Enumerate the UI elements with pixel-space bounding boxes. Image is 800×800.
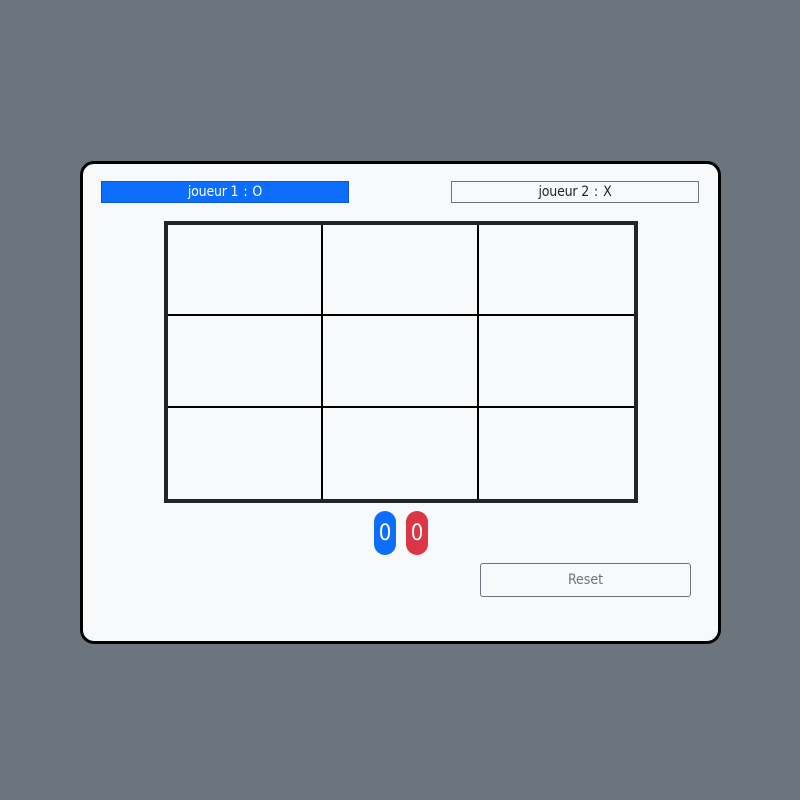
player-2-indicator: joueur 2 : X: [451, 181, 699, 203]
player-1-label: joueur 1: [187, 184, 239, 200]
player-1-score-badge: 0: [374, 511, 396, 555]
board-cell-3-1[interactable]: [168, 407, 324, 499]
game-card: joueur 1 : O joueur 2 : X 0 0 Reset: [80, 161, 721, 644]
player-2-separator: :: [594, 184, 599, 200]
player-2-label: joueur 2: [538, 184, 590, 200]
player-1-separator: :: [243, 184, 248, 200]
board-cell-1-1[interactable]: [168, 225, 324, 317]
score-area: 0 0: [374, 511, 428, 555]
board-cell-3-3[interactable]: [479, 408, 634, 499]
player-2-symbol: X: [603, 184, 612, 200]
board-cell-2-3[interactable]: [478, 316, 634, 408]
board-cell-2-2[interactable]: [323, 316, 479, 408]
board-cell-3-2[interactable]: [323, 407, 479, 499]
board-cell-1-2[interactable]: [323, 225, 479, 317]
reset-button[interactable]: Reset: [480, 563, 691, 597]
player-1-symbol: O: [252, 184, 263, 200]
board-cell-1-3[interactable]: [478, 225, 634, 317]
player-2-score-badge: 0: [406, 511, 428, 555]
board-cell-2-1[interactable]: [168, 316, 324, 408]
tic-tac-toe-board: [164, 221, 638, 503]
player-1-indicator: joueur 1 : O: [101, 181, 349, 203]
